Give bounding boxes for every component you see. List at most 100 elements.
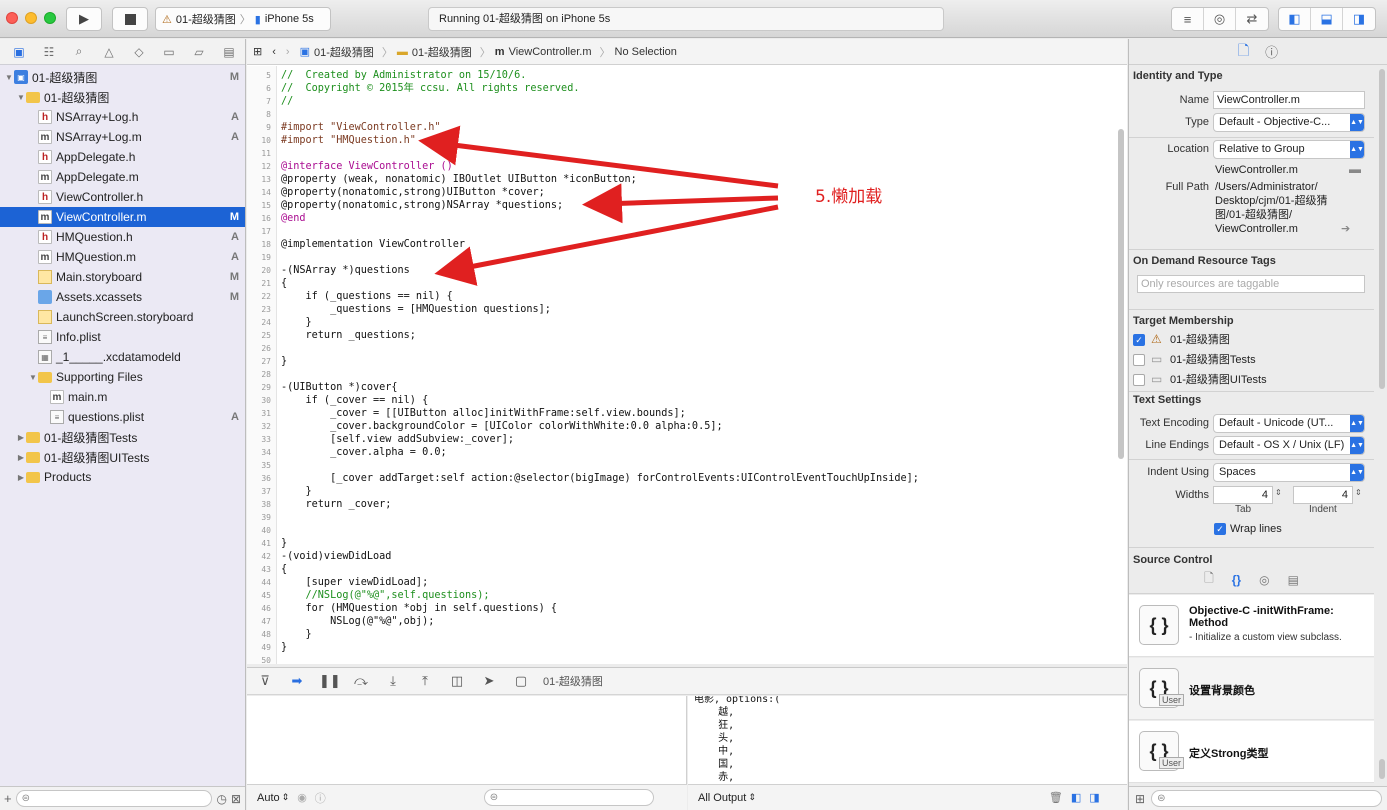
navigator-filter-field[interactable]: ⊜ bbox=[15, 790, 213, 807]
file-tree-item[interactable]: m HMQuestion.m A bbox=[0, 247, 245, 267]
jumpbar-group[interactable]: 01-超级猜图 bbox=[412, 44, 472, 60]
breakpoint-navigator-icon[interactable]: ▱ bbox=[184, 45, 214, 59]
pause-icon[interactable]: ❚❚ bbox=[319, 673, 341, 689]
split-left-icon[interactable]: ◧ bbox=[1071, 791, 1081, 804]
disclosure-open-icon[interactable]: ▼ bbox=[4, 73, 14, 82]
target-checkbox[interactable] bbox=[1133, 374, 1145, 386]
location-popup[interactable]: Relative to Group ▲▼ bbox=[1213, 140, 1365, 159]
target-checkbox[interactable]: ✓ bbox=[1133, 334, 1145, 346]
file-tree-item[interactable]: m ViewController.m M bbox=[0, 207, 245, 227]
inspector-scrollbar[interactable] bbox=[1379, 69, 1385, 389]
file-tree-item[interactable]: Main.storyboard M bbox=[0, 267, 245, 287]
recent-files-icon[interactable]: ◷ bbox=[216, 792, 226, 806]
file-tree-item[interactable]: m NSArray+Log.m A bbox=[0, 127, 245, 147]
symbol-navigator-icon[interactable]: ☷ bbox=[34, 45, 64, 59]
eye-icon[interactable]: ◉ bbox=[297, 791, 307, 804]
file-tree-item[interactable]: m AppDelegate.m bbox=[0, 167, 245, 187]
disclosure-closed-icon[interactable]: ▶ bbox=[16, 433, 26, 442]
jumpbar-file[interactable]: ViewController.m bbox=[509, 46, 592, 58]
quick-help-icon[interactable]: ⓘ bbox=[1265, 42, 1278, 61]
snippet-item[interactable]: { } User 定义Strong类型 bbox=[1129, 721, 1374, 783]
file-tree-item[interactable]: LaunchScreen.storyboard bbox=[0, 307, 245, 327]
debug-area-toggle-icon[interactable]: ⬓ bbox=[1311, 8, 1343, 30]
jumpbar-project[interactable]: 01-超级猜图 bbox=[314, 44, 374, 60]
editor-scrollbar[interactable] bbox=[1117, 69, 1125, 659]
assistant-editor-icon[interactable]: ◎ bbox=[1204, 8, 1236, 30]
disclosure-closed-icon[interactable]: ▶ bbox=[16, 453, 26, 462]
library-scrollbar[interactable] bbox=[1379, 759, 1385, 779]
line-endings-popup[interactable]: Default - OS X / Unix (LF) ▲▼ bbox=[1213, 436, 1365, 455]
step-into-icon[interactable]: ⤓ bbox=[383, 673, 403, 689]
related-items-icon[interactable]: ⊞ bbox=[253, 45, 262, 58]
disclosure-open-icon[interactable]: ▼ bbox=[16, 93, 26, 102]
file-tree-item[interactable]: m main.m bbox=[0, 387, 245, 407]
stepper-icon[interactable]: ⇕ bbox=[1355, 488, 1362, 497]
wrap-lines-checkbox[interactable]: ✓ bbox=[1214, 523, 1226, 535]
auto-selector[interactable]: Auto bbox=[257, 792, 280, 804]
find-navigator-icon[interactable]: ⌕ bbox=[64, 44, 94, 59]
object-library-icon[interactable]: ◎ bbox=[1259, 573, 1269, 587]
odr-tags-field[interactable]: Only resources are taggable bbox=[1137, 275, 1365, 293]
file-tree-item[interactable]: ▼ Supporting Files bbox=[0, 367, 245, 387]
forward-arrow-icon[interactable]: › bbox=[286, 46, 290, 58]
zoom-window-button[interactable] bbox=[44, 12, 56, 24]
view-debugger-icon[interactable]: ◫ bbox=[447, 673, 467, 689]
issue-navigator-icon[interactable]: △ bbox=[94, 45, 124, 59]
code-snippet-icon[interactable]: {} bbox=[1232, 573, 1241, 587]
minimize-window-button[interactable] bbox=[25, 12, 37, 24]
file-tree-item[interactable]: ≡ questions.plist A bbox=[0, 407, 245, 427]
disclosure-open-icon[interactable]: ▼ bbox=[28, 373, 38, 382]
debug-target-label[interactable]: 01-超级猜图 bbox=[543, 673, 603, 689]
line-number-gutter[interactable]: 5 6 7 8 9 10 11 12 13 14 15 16 17 18 19 20 21 22 23 24 25 26 2… bbox=[247, 66, 277, 665]
file-tree-item[interactable]: ▼ 01-超级猜图 bbox=[0, 87, 245, 107]
run-button[interactable]: ▶ bbox=[66, 7, 102, 31]
split-right-icon[interactable]: ◨ bbox=[1089, 791, 1099, 804]
tab-width-field[interactable]: 4 bbox=[1213, 486, 1273, 504]
encoding-popup[interactable]: Default - Unicode (UT... ▲▼ bbox=[1213, 414, 1365, 433]
snippet-item[interactable]: { } User 设置背景颜色 bbox=[1129, 658, 1374, 720]
library-filter-field[interactable]: ⊜ bbox=[1151, 790, 1382, 807]
variables-filter-field[interactable]: ⊜ bbox=[483, 789, 654, 806]
file-tree-item[interactable]: h AppDelegate.h bbox=[0, 147, 245, 167]
file-tree-item[interactable]: h NSArray+Log.h A bbox=[0, 107, 245, 127]
file-tree-item[interactable]: h ViewController.h bbox=[0, 187, 245, 207]
debug-navigator-icon[interactable]: ▭ bbox=[154, 45, 184, 59]
project-navigator-icon[interactable]: ▣ bbox=[4, 45, 34, 59]
trash-icon[interactable]: 🗑 bbox=[1049, 791, 1063, 804]
jumpbar-selection[interactable]: No Selection bbox=[615, 46, 677, 58]
output-selector[interactable]: All Output bbox=[698, 792, 746, 804]
file-tree-item[interactable]: ▦ _1_____.xcdatamodeld bbox=[0, 347, 245, 367]
file-tree-item[interactable]: ▼ ▣ 01-超级猜图 M bbox=[0, 67, 245, 87]
file-tree-item[interactable]: ▶ Products bbox=[0, 467, 245, 487]
location-icon[interactable]: ➤ bbox=[479, 673, 499, 689]
file-tree-item[interactable]: ▶ 01-超级猜图Tests bbox=[0, 427, 245, 447]
file-tree-item[interactable]: Assets.xcassets M bbox=[0, 287, 245, 307]
add-icon[interactable]: + bbox=[4, 791, 12, 806]
step-out-icon[interactable]: ⤒ bbox=[415, 673, 435, 689]
snippet-item[interactable]: { } Objective-C -initWithFrame: Method - I… bbox=[1129, 595, 1374, 657]
file-inspector-icon[interactable]: 🗋 bbox=[1238, 40, 1249, 64]
navigator-toggle-icon[interactable]: ◧ bbox=[1279, 8, 1311, 30]
standard-editor-icon[interactable]: ≡ bbox=[1172, 8, 1204, 30]
step-over-icon[interactable]: ⤼ bbox=[351, 673, 371, 689]
modified-files-icon[interactable]: ⊠ bbox=[231, 792, 241, 806]
file-tree-item[interactable]: ▶ 01-超级猜图UITests bbox=[0, 447, 245, 467]
test-navigator-icon[interactable]: ◇ bbox=[124, 45, 154, 59]
grid-view-icon[interactable]: ⊞ bbox=[1135, 792, 1145, 806]
breakpoints-toggle-icon[interactable]: ➡ bbox=[287, 673, 307, 689]
close-window-button[interactable] bbox=[6, 12, 18, 24]
hide-debug-area-icon[interactable]: ⊽ bbox=[255, 673, 275, 689]
utilities-toggle-icon[interactable]: ◨ bbox=[1343, 8, 1375, 30]
report-navigator-icon[interactable]: ▤ bbox=[214, 45, 244, 59]
name-field[interactable]: ViewController.m bbox=[1213, 91, 1365, 109]
version-editor-icon[interactable]: ⇄ bbox=[1236, 8, 1268, 30]
indent-using-popup[interactable]: Spaces ▲▼ bbox=[1213, 463, 1365, 482]
console-view[interactable]: 电影, options:( 越, 狂, 头, 中, 国, 赤, All Outp… bbox=[688, 696, 1127, 810]
media-library-icon[interactable]: ▤ bbox=[1288, 573, 1299, 587]
variables-view[interactable]: Auto ⇕ ◉ ⓘ ⊜ bbox=[247, 696, 687, 810]
reveal-arrow-icon[interactable]: ➔ bbox=[1341, 222, 1350, 235]
stepper-icon[interactable]: ⇕ bbox=[1275, 488, 1282, 497]
indent-width-field[interactable]: 4 bbox=[1293, 486, 1353, 504]
back-arrow-icon[interactable]: ‹ bbox=[272, 46, 276, 58]
stop-button[interactable] bbox=[112, 7, 148, 31]
